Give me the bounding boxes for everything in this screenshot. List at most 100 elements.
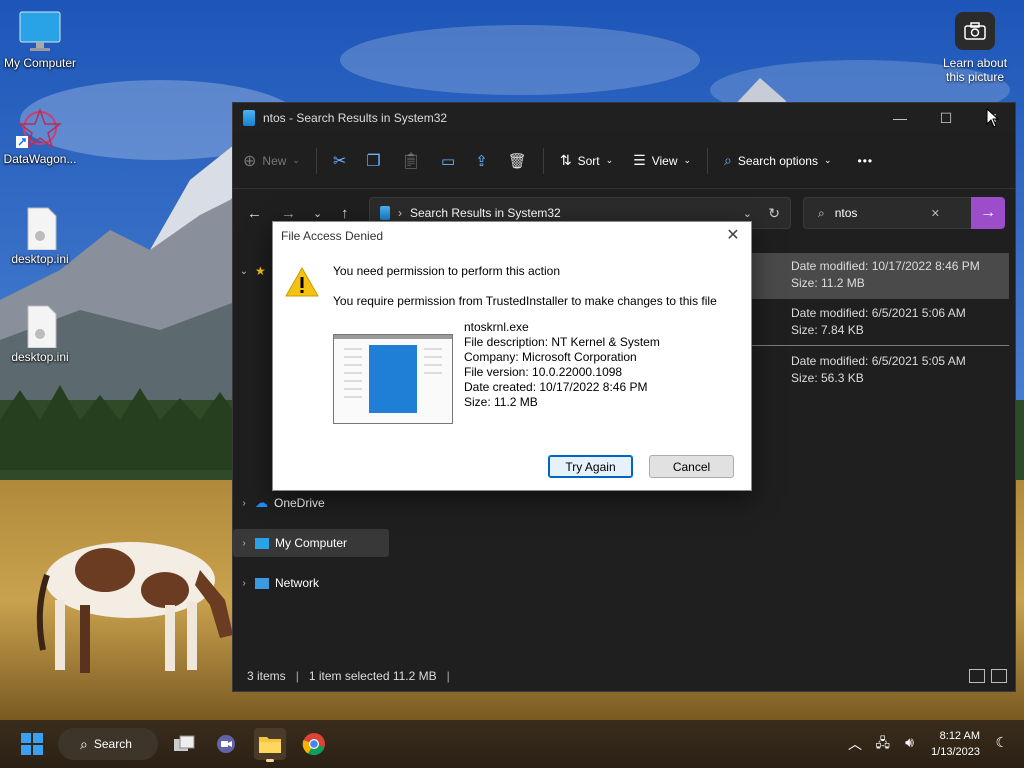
start-button[interactable] bbox=[16, 728, 48, 760]
item-count: 3 items bbox=[247, 669, 286, 683]
notifications-icon[interactable]: ☾ bbox=[995, 734, 1008, 751]
volume-icon[interactable]: 🔊︎ bbox=[905, 734, 914, 751]
file-size: Size: 56.3 KB bbox=[791, 371, 864, 385]
sort-icon: ⇅ bbox=[559, 152, 572, 168]
address-dropdown-icon[interactable]: ⌄ bbox=[743, 207, 752, 220]
file-company: Company: Microsoft Corporation bbox=[464, 350, 637, 364]
nav-item-label: Network bbox=[275, 576, 320, 590]
folder-icon bbox=[243, 110, 255, 126]
task-view-icon bbox=[174, 735, 195, 751]
minimize-button[interactable]: — bbox=[877, 103, 923, 133]
file-size: Size: 11.2 MB bbox=[791, 276, 865, 290]
desktop-icon-my-computer[interactable]: My Computer bbox=[0, 10, 80, 70]
file-version: File version: 10.0.22000.1098 bbox=[464, 365, 623, 379]
more-icon: ••• bbox=[857, 153, 874, 168]
share-button[interactable]: ⇪ bbox=[465, 145, 498, 177]
nav-item-onedrive[interactable]: › ☁ OneDrive bbox=[233, 489, 389, 517]
mouse-cursor-icon bbox=[986, 108, 1000, 128]
desktop-icon-datawagon[interactable]: DataWagon... bbox=[0, 106, 80, 166]
taskbar: ⌕ Search ︿ 🖧︎ 🔊︎ 8:12 AM 1/13/2023 ☾ bbox=[0, 720, 1024, 768]
warning-icon bbox=[285, 266, 319, 297]
refresh-icon[interactable]: ↻ bbox=[768, 205, 780, 222]
file-date: Date modified: 6/5/2021 5:05 AM bbox=[791, 354, 966, 368]
chevron-down-icon: ⌄ bbox=[683, 155, 692, 165]
paste-button[interactable]: 📋︎ bbox=[391, 145, 431, 177]
taskbar-search-label: Search bbox=[93, 737, 132, 751]
separator bbox=[315, 147, 317, 174]
command-bar: ⊕ New ⌄ ✂ ❐ 📋︎ ▭ ⇪ 🗑︎ ⇅ Sort ⌄ ☰ View ⌄ … bbox=[233, 133, 1015, 189]
search-go-button[interactable]: → bbox=[971, 197, 1005, 229]
clock-time: 8:12 AM bbox=[939, 730, 980, 742]
sort-button[interactable]: ⇅ Sort ⌄ bbox=[550, 145, 623, 177]
selection-info: 1 item selected 11.2 MB bbox=[308, 669, 437, 683]
clear-search-icon[interactable]: ✕ bbox=[931, 207, 940, 220]
details-view-icon[interactable] bbox=[969, 669, 985, 683]
file-size: Size: 11.2 MB bbox=[464, 395, 538, 409]
file-description: File description: NT Kernel & System bbox=[464, 335, 660, 349]
chevron-right-icon: › bbox=[242, 577, 246, 589]
dialog-heading: You need permission to perform this acti… bbox=[333, 264, 561, 278]
view-button[interactable]: ☰ View ⌄ bbox=[623, 145, 701, 177]
active-indicator bbox=[266, 759, 274, 762]
more-options-button[interactable]: ••• bbox=[848, 145, 884, 177]
nav-item-network[interactable]: › Network bbox=[233, 569, 389, 597]
desktop-icon-label: desktop.ini bbox=[11, 350, 69, 364]
chrome-button[interactable] bbox=[298, 728, 330, 760]
teams-chat-button[interactable] bbox=[210, 728, 242, 760]
file-size: Size: 7.84 KB bbox=[791, 323, 864, 337]
recent-chevron-icon[interactable]: ⌄ bbox=[313, 207, 322, 220]
settings-file-icon bbox=[16, 304, 64, 349]
new-button[interactable]: ⊕ New ⌄ bbox=[233, 145, 310, 177]
back-arrow-icon[interactable]: ← bbox=[247, 205, 262, 222]
search-options-label: Search options bbox=[737, 153, 818, 168]
desktop-icon-label: desktop.ini bbox=[11, 252, 69, 266]
folder-icon bbox=[259, 737, 281, 753]
try-again-button[interactable]: Try Again bbox=[548, 455, 633, 478]
desktop-icon-desktop-ini-2[interactable]: desktop.ini bbox=[0, 304, 80, 364]
search-input[interactable]: ⌕ ntos ✕ bbox=[803, 197, 975, 229]
nav-item-my-computer[interactable]: › My Computer bbox=[233, 529, 389, 557]
view-label: View bbox=[651, 153, 678, 168]
separator: | bbox=[295, 669, 299, 683]
share-icon: ⇪ bbox=[475, 152, 488, 170]
close-icon[interactable]: ✕ bbox=[723, 226, 743, 246]
desktop-icon-desktop-ini-1[interactable]: desktop.ini bbox=[0, 206, 80, 266]
forward-arrow-icon[interactable]: → bbox=[281, 205, 296, 222]
copy-button[interactable]: ❐ bbox=[356, 145, 390, 177]
show-hidden-icons-chevron-icon[interactable]: ︿ bbox=[848, 734, 862, 754]
monitor-icon bbox=[255, 537, 269, 549]
new-plus-icon: ⊕ bbox=[243, 152, 257, 170]
nav-item-label: OneDrive bbox=[274, 496, 325, 510]
camera-icon bbox=[955, 12, 995, 50]
file-date: Date modified: 10/17/2022 8:46 PM bbox=[791, 259, 980, 273]
file-explorer-taskbar-button[interactable] bbox=[254, 728, 286, 762]
paste-icon: 📋︎ bbox=[400, 152, 422, 170]
desktop-icon-label: DataWagon... bbox=[3, 152, 77, 166]
dialog-title-bar[interactable]: File Access Denied bbox=[273, 222, 751, 250]
up-arrow-icon[interactable]: ↑ bbox=[341, 205, 349, 222]
datawagon-shortcut-icon bbox=[16, 106, 64, 150]
learn-about-picture-button[interactable]: Learn about this picture bbox=[935, 12, 1015, 84]
windows-logo-icon bbox=[21, 733, 43, 755]
rename-icon: ▭ bbox=[441, 152, 456, 170]
search-options-icon: ⌕ bbox=[724, 152, 732, 168]
cancel-button[interactable]: Cancel bbox=[649, 455, 734, 478]
settings-file-icon bbox=[16, 206, 64, 251]
chevron-down-icon: ⌄ bbox=[292, 155, 300, 165]
view-list-icon: ☰ bbox=[633, 152, 646, 168]
tiles-view-icon[interactable] bbox=[991, 669, 1007, 683]
delete-button[interactable]: 🗑︎ bbox=[498, 145, 537, 177]
separator: | bbox=[446, 669, 450, 683]
search-options-button[interactable]: ⌕ Search options ⌄ bbox=[714, 145, 841, 177]
clock[interactable]: 8:12 AM 1/13/2023 bbox=[931, 728, 980, 760]
rename-button[interactable]: ▭ bbox=[431, 145, 465, 177]
cut-button[interactable]: ✂ bbox=[323, 145, 356, 177]
file-details: ntoskrnl.exe File description: NT Kernel… bbox=[464, 320, 660, 410]
network-status-icon[interactable]: 🖧︎ bbox=[876, 734, 891, 756]
taskbar-search-button[interactable]: ⌕ Search bbox=[58, 728, 158, 760]
maximize-button[interactable]: ☐ bbox=[923, 103, 969, 133]
task-view-button[interactable] bbox=[168, 728, 200, 760]
new-label: New bbox=[262, 153, 287, 168]
file-access-denied-dialog: File Access Denied ✕ You need permission… bbox=[272, 221, 752, 491]
separator bbox=[707, 147, 709, 174]
